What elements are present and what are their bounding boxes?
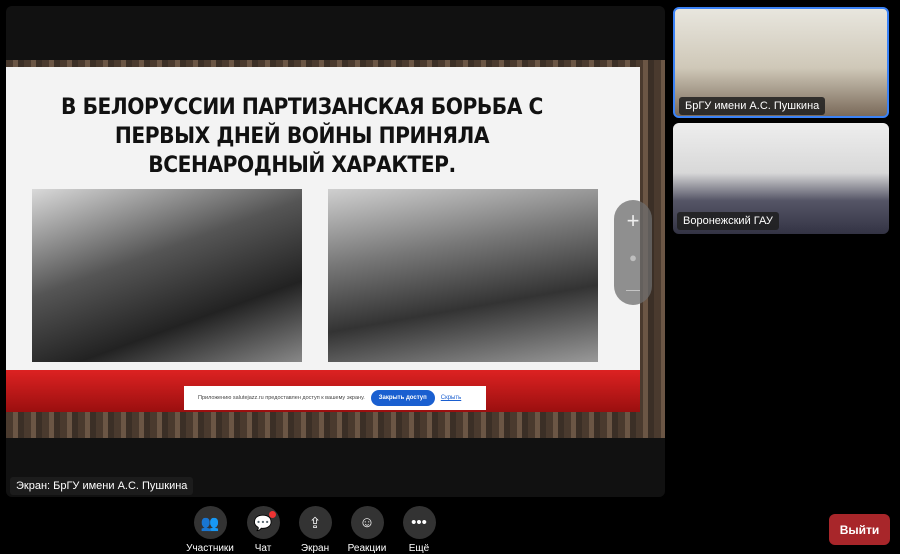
presentation-slide: В БЕЛОРУССИИ ПАРТИЗАНСКАЯ БОРЬБА С ПЕРВЫ… <box>6 67 640 412</box>
notice-text: Приложению salutejazz.ru предоставлен до… <box>198 395 365 401</box>
slide-photo-map <box>328 189 598 362</box>
zoom-out-icon[interactable]: — <box>626 281 640 297</box>
chat-button[interactable]: 💬 Чат <box>233 506 293 554</box>
zoom-in-icon[interactable]: + <box>627 208 640 234</box>
exit-button[interactable]: Выйти <box>829 514 890 545</box>
more-button[interactable]: ••• Ещё <box>389 506 449 554</box>
reactions-label: Реакции <box>347 543 387 554</box>
participants-label: Участники <box>186 543 234 554</box>
screen-label: Экран <box>300 543 330 554</box>
unread-dot <box>268 511 276 518</box>
participant-tile[interactable]: Воронежский ГАУ <box>673 123 889 234</box>
share-screen-icon: ⇪ <box>298 506 332 539</box>
chat-label: Чат <box>254 543 272 554</box>
people-icon: 👥 <box>193 506 227 539</box>
more-dots-icon: ••• <box>402 506 436 539</box>
close-access-button[interactable]: Закрыть доступ <box>370 390 435 406</box>
slide-photo-partisans <box>32 189 302 362</box>
screen-access-notice: Приложению salutejazz.ru предоставлен до… <box>184 386 486 410</box>
reactions-button[interactable]: ☺ Реакции <box>337 506 397 554</box>
zoom-control: + ● — <box>614 200 652 305</box>
more-label: Ещё <box>408 543 430 554</box>
screen-share-label: Экран: БрГУ имени А.С. Пушкина <box>10 477 194 495</box>
slide-title: В БЕЛОРУССИИ ПАРТИЗАНСКАЯ БОРЬБА С ПЕРВЫ… <box>61 95 543 178</box>
participant-name: Воронежский ГАУ <box>677 212 779 230</box>
search-icon: ● <box>629 250 637 265</box>
chat-icon: 💬 <box>246 506 280 539</box>
screen-share-view: В БЕЛОРУССИИ ПАРТИЗАНСКАЯ БОРЬБА С ПЕРВЫ… <box>6 6 665 497</box>
participants-button[interactable]: 👥 Участники <box>180 506 240 554</box>
participant-name: БрГУ имени А.С. Пушкина <box>679 97 826 115</box>
smile-icon: ☺ <box>350 506 384 539</box>
hide-link[interactable]: Скрыть <box>441 395 461 401</box>
participant-tile[interactable]: БрГУ имени А.С. Пушкина <box>673 7 889 118</box>
screen-share-button[interactable]: ⇪ Экран <box>285 506 345 554</box>
